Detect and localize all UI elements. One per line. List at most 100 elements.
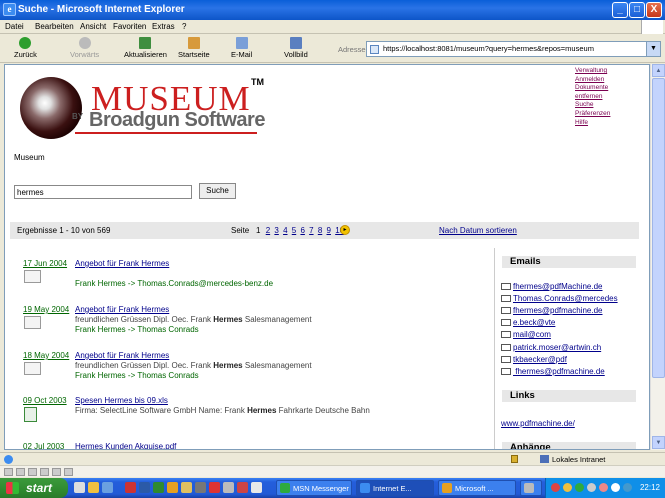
page-link[interactable]: 2 bbox=[266, 226, 270, 235]
page-link[interactable]: 3 bbox=[274, 226, 278, 235]
email-button[interactable]: E-Mail bbox=[231, 37, 252, 59]
minimize-button[interactable]: _ bbox=[612, 2, 628, 18]
windows-flag-icon bbox=[6, 482, 19, 494]
email-link[interactable]: fhermes@pdfmachine.de bbox=[501, 367, 605, 376]
menu-bearbeiten[interactable]: Bearbeiten bbox=[35, 22, 74, 31]
link-praeferenzen[interactable]: Präferenzen bbox=[575, 110, 610, 119]
chevron-down-icon[interactable]: ▼ bbox=[646, 42, 660, 56]
menu-ansicht[interactable]: Ansicht bbox=[80, 22, 106, 31]
quicklaunch-icon[interactable] bbox=[88, 482, 99, 493]
menu-extras[interactable]: Extras bbox=[152, 22, 175, 31]
email-link[interactable]: fhermes@pdfmachine.de bbox=[501, 306, 603, 315]
app-icon bbox=[524, 483, 534, 493]
result-date[interactable]: 18 May 2004 bbox=[23, 351, 69, 360]
quicklaunch-icon[interactable] bbox=[209, 482, 220, 493]
sidebar: Emails fhermes@pdfMachine.de Thomas.Conr… bbox=[494, 248, 640, 449]
window-title: Suche - Microsoft Internet Explorer bbox=[18, 4, 185, 15]
tray-icon[interactable] bbox=[563, 483, 572, 492]
result-title[interactable]: Spesen Hermes bis 09.xls bbox=[75, 396, 168, 405]
window-icon[interactable] bbox=[16, 468, 25, 476]
link-anmelden[interactable]: Anmelden bbox=[575, 76, 610, 85]
scroll-thumb[interactable] bbox=[652, 78, 665, 378]
window-icon[interactable] bbox=[28, 468, 37, 476]
tray-icon[interactable] bbox=[623, 483, 632, 492]
refresh-icon bbox=[139, 37, 152, 49]
window-icon[interactable] bbox=[64, 468, 73, 476]
task-app[interactable] bbox=[520, 480, 542, 496]
home-button[interactable]: Startseite bbox=[178, 37, 210, 59]
refresh-button[interactable]: Aktualisieren bbox=[124, 37, 167, 59]
result-title[interactable]: Hermes Kunden Akquise.pdf bbox=[75, 442, 176, 449]
forward-button[interactable]: Vorwärts bbox=[70, 37, 99, 59]
email-link[interactable]: Thomas.Conrads@mercedes bbox=[501, 294, 618, 303]
scroll-down-icon[interactable]: ▼ bbox=[652, 436, 665, 449]
start-button[interactable]: start bbox=[0, 478, 68, 498]
link-entfernen[interactable]: entfernen bbox=[575, 93, 610, 102]
link-suche[interactable]: Suche bbox=[575, 101, 610, 110]
link-hilfe[interactable]: Hilfe bbox=[575, 119, 610, 128]
search-input[interactable]: hermes bbox=[14, 185, 192, 199]
status-bar: Lokales Intranet bbox=[0, 452, 665, 465]
scroll-up-icon[interactable]: ▲ bbox=[652, 64, 665, 77]
quicklaunch-icon[interactable] bbox=[251, 482, 262, 493]
address-bar[interactable]: https://localhost:8081/museum?query=herm… bbox=[366, 41, 661, 57]
fullscreen-button[interactable]: Vollbild bbox=[284, 37, 308, 59]
email-link[interactable]: e.beck@vte bbox=[501, 318, 555, 327]
result-date[interactable]: 19 May 2004 bbox=[23, 305, 69, 314]
tray-icon[interactable] bbox=[551, 483, 560, 492]
word-icon[interactable] bbox=[139, 482, 150, 493]
quicklaunch-icon[interactable] bbox=[125, 482, 136, 493]
window-icon[interactable] bbox=[40, 468, 49, 476]
tray-icon[interactable] bbox=[611, 483, 620, 492]
quicklaunch-icon[interactable] bbox=[223, 482, 234, 493]
next-page-icon[interactable]: ▸ bbox=[340, 225, 350, 235]
menu-datei[interactable]: Datei bbox=[5, 22, 24, 31]
menu-help[interactable]: ? bbox=[182, 22, 186, 31]
close-button[interactable]: X bbox=[646, 2, 662, 18]
tray-icon[interactable] bbox=[599, 483, 608, 492]
tray-icon[interactable] bbox=[575, 483, 584, 492]
task-internet-explorer[interactable]: Internet E... bbox=[356, 480, 434, 496]
email-link[interactable]: patrick.moser@artwin.ch bbox=[501, 343, 601, 352]
result-date[interactable]: 09 Oct 2003 bbox=[23, 396, 67, 405]
maximize-button[interactable]: □ bbox=[629, 2, 645, 18]
page-link[interactable]: 8 bbox=[318, 226, 322, 235]
logo-trademark: TM bbox=[251, 77, 264, 87]
page-content: MUSEUM TM BY Broadgun Software Verwaltun… bbox=[4, 64, 650, 450]
result-title[interactable]: Angebot für Frank Hermes bbox=[75, 351, 169, 360]
task-microsoft[interactable]: Microsoft ... bbox=[438, 480, 516, 496]
page-link[interactable]: 6 bbox=[300, 226, 304, 235]
vertical-scrollbar[interactable]: ▲ ▼ bbox=[650, 64, 665, 450]
menu-favoriten[interactable]: Favoriten bbox=[113, 22, 146, 31]
quicklaunch-icon[interactable] bbox=[102, 482, 113, 493]
page-link[interactable]: 7 bbox=[309, 226, 313, 235]
quicklaunch-icon[interactable] bbox=[181, 482, 192, 493]
link-verwaltung[interactable]: Verwaltung bbox=[575, 67, 610, 76]
quicklaunch-icon[interactable] bbox=[237, 482, 248, 493]
tray-icon[interactable] bbox=[587, 483, 596, 492]
page-link[interactable]: 9 bbox=[327, 226, 331, 235]
excel-icon[interactable] bbox=[153, 482, 164, 493]
result-title[interactable]: Angebot für Frank Hermes bbox=[75, 305, 169, 314]
result-date[interactable]: 02 Jul 2003 bbox=[23, 442, 64, 449]
search-button[interactable]: Suche bbox=[199, 183, 236, 199]
window-icon[interactable] bbox=[52, 468, 61, 476]
quicklaunch-icon[interactable] bbox=[167, 482, 178, 493]
window-icon[interactable] bbox=[4, 468, 13, 476]
link-dokumente[interactable]: Dokumente bbox=[575, 84, 610, 93]
task-msn-messenger[interactable]: MSN Messenger bbox=[276, 480, 352, 496]
result-date[interactable]: 17 Jun 2004 bbox=[23, 259, 67, 268]
quicklaunch-icon[interactable] bbox=[74, 482, 85, 493]
result-title[interactable]: Angebot für Frank Hermes bbox=[75, 259, 169, 268]
quicklaunch-icon[interactable] bbox=[195, 482, 206, 493]
email-link[interactable]: tkbaecker@pdf bbox=[501, 355, 567, 364]
sort-by-date-link[interactable]: Nach Datum sortieren bbox=[439, 226, 517, 235]
page-link[interactable]: 4 bbox=[283, 226, 287, 235]
envelope-icon bbox=[501, 344, 511, 351]
page-link[interactable]: 5 bbox=[292, 226, 296, 235]
email-link[interactable]: mail@com bbox=[501, 330, 551, 339]
email-link[interactable]: fhermes@pdfMachine.de bbox=[501, 282, 603, 291]
back-button[interactable]: Zurück bbox=[14, 37, 37, 59]
sidebar-link[interactable]: www.pdfmachine.de/ bbox=[501, 419, 575, 428]
folder-icon bbox=[442, 483, 452, 493]
